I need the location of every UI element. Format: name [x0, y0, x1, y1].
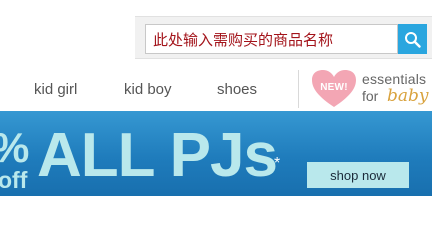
promo-percent-fragment: % — [0, 127, 29, 169]
promo-banner[interactable]: % off ALL PJs * shop now — [0, 111, 432, 196]
nav-item-shoes[interactable]: shoes — [217, 81, 257, 98]
nav-divider — [298, 70, 299, 108]
shop-now-button[interactable]: shop now — [307, 162, 409, 188]
search-button[interactable] — [398, 24, 427, 54]
nav-item-kid-girl[interactable]: kid girl — [34, 81, 77, 98]
promo-off-fragment: off — [0, 167, 28, 193]
essentials-label: essentials — [362, 71, 427, 87]
promo-asterisk: * — [274, 155, 281, 172]
for-label: for — [362, 88, 379, 104]
baby-label: baby — [387, 86, 429, 106]
new-badge-text: NEW! — [320, 82, 348, 93]
essentials-for-baby-link[interactable]: NEW! essentials for baby — [311, 69, 429, 109]
promo-headline: ALL PJs — [37, 121, 278, 190]
search-icon — [405, 32, 421, 48]
nav-item-kid-boy[interactable]: kid boy — [124, 81, 172, 98]
search-input[interactable] — [145, 24, 398, 54]
